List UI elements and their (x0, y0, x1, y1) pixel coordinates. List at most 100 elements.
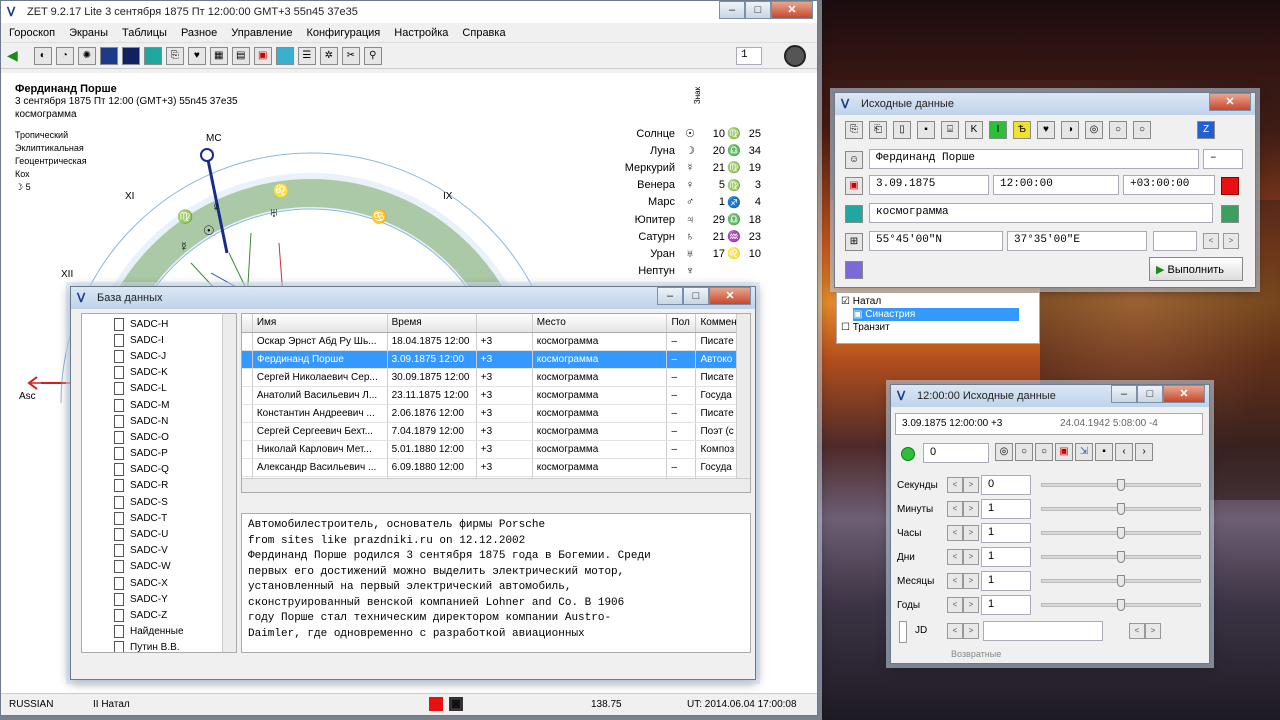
cyan-tool[interactable] (275, 46, 294, 65)
maximize-button[interactable]: □ (745, 1, 771, 19)
run-button[interactable]: ▶ Выполнить (1149, 257, 1243, 281)
ring-icon[interactable]: ◎ (995, 443, 1013, 461)
tree-item[interactable]: SADC-H (114, 316, 236, 332)
second-datetime[interactable]: 24.04.1942 5:08:00 -4 (1060, 418, 1158, 429)
ring-icon[interactable]: ◎ (1085, 121, 1103, 139)
aspect-wheel-tool[interactable]: ✺ (77, 46, 96, 65)
step-decrease-button[interactable]: < (947, 597, 963, 613)
step-increase-button[interactable]: > (963, 549, 979, 565)
grid-scrollbar[interactable] (736, 314, 750, 492)
input-close-button[interactable]: ✕ (1209, 93, 1251, 111)
place-field[interactable]: космограмма (869, 203, 1213, 223)
dark-chart-tool[interactable] (121, 46, 140, 65)
menu-item[interactable]: Разное (181, 27, 217, 39)
tree-item[interactable]: SADC-J (114, 348, 236, 364)
step-increase-button[interactable]: > (963, 597, 979, 613)
timezone-field[interactable]: +03:00:00 (1123, 175, 1215, 195)
tree-item[interactable]: SADC-U (114, 526, 236, 542)
heart-icon[interactable]: ♥ (1037, 121, 1055, 139)
step-value-field[interactable]: 1 (981, 499, 1031, 519)
tree-scrollbar[interactable] (222, 314, 236, 652)
paste-icon[interactable]: ⎗ (869, 121, 887, 139)
type-transit[interactable]: ☐ Транзит (841, 321, 1035, 334)
minimize-button[interactable]: – (719, 1, 745, 19)
step-decrease-button[interactable]: < (947, 549, 963, 565)
type-synastry[interactable]: ▣ Синастрия (853, 308, 1019, 321)
compass-tool[interactable]: ✲ (319, 46, 338, 65)
step-next-button[interactable]: > (1145, 623, 1161, 639)
tree-item[interactable]: SADC-O (114, 429, 236, 445)
time-maximize-button[interactable]: □ (1137, 385, 1163, 403)
tree-item[interactable]: Путин В.В. (114, 640, 236, 652)
step-decrease-button[interactable]: < (947, 573, 963, 589)
tree-item[interactable]: SADC-Q (114, 462, 236, 478)
slider-knob[interactable] (1117, 599, 1125, 611)
tree-item[interactable]: SADC-Z (114, 607, 236, 623)
slider-knob[interactable] (1117, 551, 1125, 563)
time-minimize-button[interactable]: – (1111, 385, 1137, 403)
name-field[interactable]: Фердинанд Порше (869, 149, 1199, 169)
circle-a-icon[interactable]: ○ (1109, 121, 1127, 139)
slider-knob[interactable] (1117, 479, 1125, 491)
circle-icon[interactable]: ○ (1015, 443, 1033, 461)
slider-knob[interactable] (1117, 575, 1125, 587)
pin-tool[interactable]: ⚲ (363, 46, 382, 65)
menu-item[interactable]: Справка (462, 27, 505, 39)
type-natal[interactable]: ☑ Натал (841, 295, 1035, 308)
tree-item[interactable]: SADC-N (114, 413, 236, 429)
i-icon[interactable]: I (989, 121, 1007, 139)
menu-item[interactable]: Гороскоп (9, 27, 55, 39)
copy-tool[interactable]: ⎘ (165, 46, 184, 65)
prev-icon[interactable]: ‹ (1115, 443, 1133, 461)
wrench-tool[interactable]: ✂ (341, 46, 360, 65)
extra-field[interactable] (1153, 231, 1197, 251)
column-header[interactable]: Место (532, 314, 668, 333)
tree-item[interactable]: Найденные (114, 624, 236, 640)
step-value-field[interactable]: 1 (981, 571, 1031, 591)
tree-item[interactable]: SADC-Y (114, 591, 236, 607)
step-decrease-button[interactable]: < (947, 501, 963, 517)
next-arrow-button[interactable]: > (1223, 233, 1239, 249)
menu-item[interactable]: Экраны (69, 27, 108, 39)
step-value-field[interactable]: 1 (981, 523, 1031, 543)
table-row[interactable]: Сергей Сергеевич Бехт... 7.04.1879 12:00 +… (242, 422, 738, 441)
close-button[interactable]: ✕ (771, 1, 813, 19)
table-row[interactable]: Оскар Эрнст Абд Ру Шь... 18.04.1875 12:00… (242, 332, 738, 351)
settings-icon[interactable] (845, 261, 863, 279)
date-field[interactable]: 3.09.1875 (869, 175, 989, 195)
green-status-icon[interactable] (901, 447, 915, 461)
menu-item[interactable]: Управление (231, 27, 292, 39)
next-icon[interactable]: › (1135, 443, 1153, 461)
half-circle-icon[interactable]: ◑ (1061, 121, 1079, 139)
tree-item[interactable]: SADC-L (114, 381, 236, 397)
k-icon[interactable]: K (965, 121, 983, 139)
teal-chart-tool[interactable] (143, 46, 162, 65)
copy-icon[interactable]: ⎘ (845, 121, 863, 139)
slider-knob[interactable] (1117, 503, 1125, 515)
natal-chart-tool[interactable]: ◐ (33, 46, 52, 65)
latitude-field[interactable]: 55°45'00"N (869, 231, 1003, 251)
tree-item[interactable]: SADC-P (114, 446, 236, 462)
chart-settings-tool[interactable]: ◔ (55, 46, 74, 65)
grid-hscrollbar[interactable] (242, 478, 750, 492)
heart-tool[interactable]: ♥ (187, 46, 206, 65)
slider-knob[interactable] (1117, 527, 1125, 539)
db-minimize-button[interactable]: – (657, 287, 683, 305)
table-row[interactable]: Николай Карлович Мет... 5.01.1880 12:00 +3… (242, 440, 738, 459)
tree-item[interactable]: SADC-K (114, 365, 236, 381)
table-row[interactable]: Сергей Николаевич Сер... 30.09.1875 12:00… (242, 368, 738, 387)
tree-item[interactable]: SADC-M (114, 397, 236, 413)
menu-item[interactable]: Настройка (394, 27, 448, 39)
counter-field[interactable]: 0 (923, 443, 989, 463)
column-header[interactable]: Коммент (695, 314, 738, 333)
tree-item[interactable]: SADC-I (114, 332, 236, 348)
table-row[interactable]: Александр Васильевич ... 6.09.1880 12:00 +… (242, 458, 738, 477)
yat-icon[interactable]: Ѣ (1013, 121, 1031, 139)
step-increase-button[interactable]: > (963, 525, 979, 541)
bio-text[interactable]: Автомобилестроитель, основатель фирмы Po… (241, 513, 751, 653)
longitude-field[interactable]: 37°35'00"E (1007, 231, 1147, 251)
step-increase-button[interactable]: > (963, 501, 979, 517)
tree-item[interactable]: SADC-X (114, 575, 236, 591)
red-box-icon[interactable]: ▣ (1055, 443, 1073, 461)
jd-next-button[interactable]: > (963, 623, 979, 639)
